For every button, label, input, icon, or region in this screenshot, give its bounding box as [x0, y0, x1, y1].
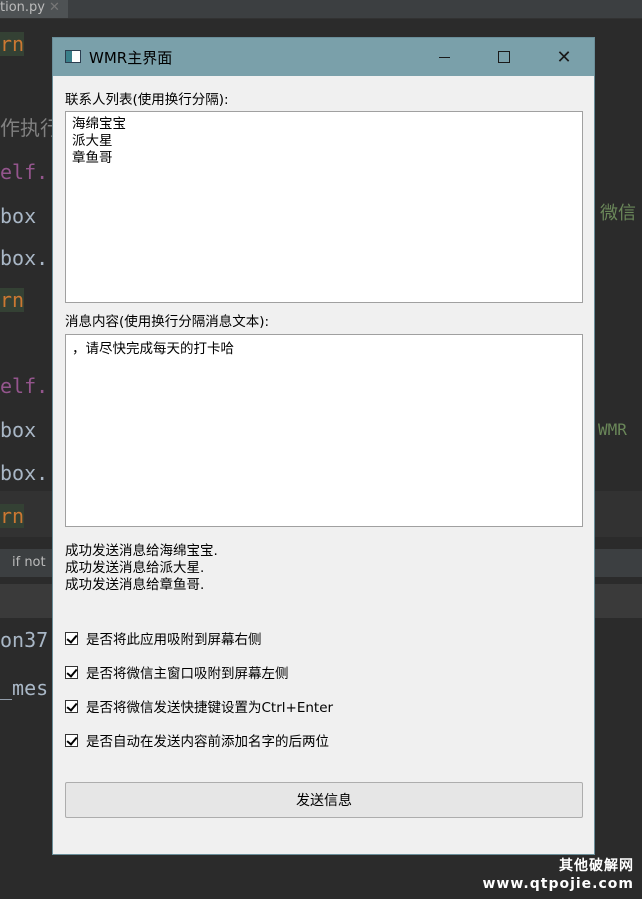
status-log: 成功发送消息给海绵宝宝. 成功发送消息给派大星. 成功发送消息给章鱼哥.: [65, 543, 218, 594]
status-line: 成功发送消息给章鱼哥.: [65, 577, 205, 593]
ide-tab-label: tion.py: [0, 0, 45, 15]
app-icon: [65, 50, 81, 63]
ide-hint-text: if not: [12, 555, 46, 570]
code-string: 微信: [600, 203, 636, 224]
checkbox-checked[interactable]: [65, 733, 78, 747]
option-add-name-prefix[interactable]: 是否自动在发送内容前添加名字的后两位: [65, 730, 329, 750]
option-label: 是否将微信发送快捷键设置为Ctrl+Enter: [86, 700, 334, 716]
option-label: 是否将此应用吸附到屏幕右侧: [86, 632, 262, 648]
checkbox-checked[interactable]: [65, 665, 78, 679]
close-icon: ✕: [556, 46, 572, 68]
close-button[interactable]: ✕: [535, 38, 593, 76]
maximize-button[interactable]: [475, 38, 533, 76]
checkbox-checked[interactable]: [65, 631, 78, 645]
status-line: 成功发送消息给海绵宝宝.: [65, 543, 218, 559]
option-snap-right[interactable]: 是否将此应用吸附到屏幕右侧: [65, 628, 262, 648]
ide-file-tab[interactable]: tion.py ✕: [0, 0, 68, 18]
close-icon[interactable]: ✕: [49, 0, 60, 15]
option-label: 是否将微信主窗口吸附到屏幕左侧: [86, 666, 289, 682]
code-line: box.: [0, 246, 49, 270]
title-bar[interactable]: WMR主界面 ✕: [53, 38, 594, 76]
minimize-button[interactable]: [415, 38, 473, 76]
code-line: rn: [0, 32, 25, 56]
option-label: 是否自动在发送内容前添加名字的后两位: [86, 734, 329, 750]
option-snap-wechat-left[interactable]: 是否将微信主窗口吸附到屏幕左侧: [65, 662, 289, 682]
code-line: rn: [0, 288, 25, 312]
message-textarea[interactable]: ，请尽快完成每天的打卡哈: [65, 334, 583, 527]
code-line: box: [0, 204, 37, 228]
minimize-icon: [438, 56, 450, 58]
contacts-textarea[interactable]: 海绵宝宝 派大星 章鱼哥: [65, 111, 583, 303]
app-window: WMR主界面 ✕ 联系人列表(使用换行分隔): 海绵宝宝 派大星 章鱼哥 消息内…: [52, 37, 595, 855]
window-title: WMR主界面: [89, 49, 173, 67]
code-line: _mes: [0, 676, 49, 700]
code-line: elf.: [0, 374, 49, 398]
watermark-url: www.qtpojie.com: [482, 876, 634, 892]
watermark-title: 其他破解网: [559, 858, 634, 874]
code-string: WMR: [598, 420, 627, 439]
maximize-icon: [498, 51, 510, 63]
code-line: 作执行: [0, 116, 60, 140]
status-line: 成功发送消息给派大星.: [65, 560, 205, 576]
send-button[interactable]: 发送信息: [65, 782, 583, 818]
contacts-label: 联系人列表(使用换行分隔):: [65, 92, 229, 108]
code-line: on37: [0, 628, 49, 652]
ide-tab-bar: tion.py ✕: [0, 0, 642, 19]
code-line: box.: [0, 461, 49, 485]
message-label: 消息内容(使用换行分隔消息文本):: [65, 314, 270, 330]
code-line: rn: [0, 504, 25, 528]
code-line: box: [0, 418, 37, 442]
checkbox-checked[interactable]: [65, 699, 78, 713]
option-send-shortcut[interactable]: 是否将微信发送快捷键设置为Ctrl+Enter: [65, 696, 333, 716]
code-line: elf.: [0, 160, 49, 184]
